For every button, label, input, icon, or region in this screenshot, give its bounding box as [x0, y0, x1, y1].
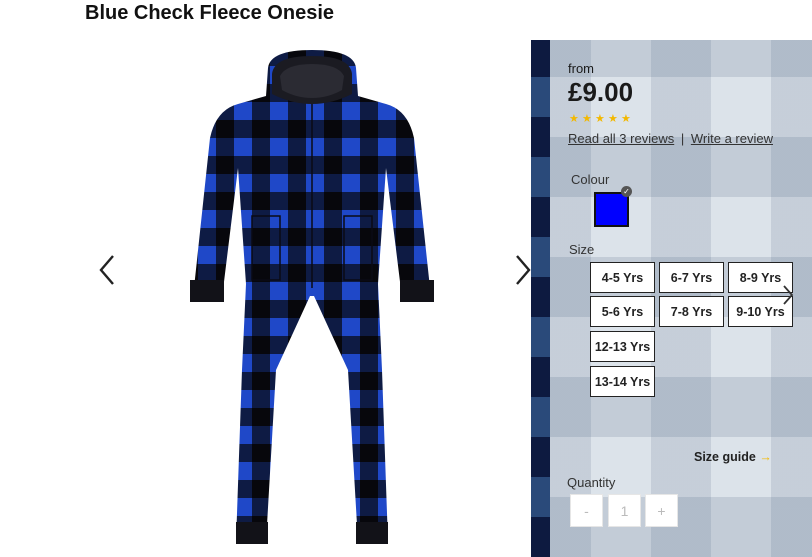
size-option-13-14[interactable]: 13-14 Yrs: [590, 366, 655, 397]
price-from-label: from: [568, 61, 594, 76]
colour-label: Colour: [571, 172, 610, 187]
size-option-4-5[interactable]: 4-5 Yrs: [590, 262, 655, 293]
read-reviews-link[interactable]: Read all 3 reviews: [568, 131, 674, 146]
arrow-right-icon: →: [759, 450, 772, 464]
size-option-7-8[interactable]: 7-8 Yrs: [659, 296, 724, 327]
size-guide-link[interactable]: Size guide →: [694, 450, 772, 464]
gallery-prev-button[interactable]: [92, 246, 122, 294]
product-gallery: [80, 40, 540, 557]
panel-decorative-edge: [531, 40, 550, 557]
product-image[interactable]: [180, 48, 445, 548]
star-icon: ★: [569, 113, 579, 125]
quantity-increment-button[interactable]: +: [645, 494, 678, 527]
chevron-right-icon: [516, 255, 531, 285]
price: £9.00: [568, 77, 634, 107]
size-next-button[interactable]: [776, 280, 800, 310]
product-details-panel: from £9.00 ★ ★ ★ ★ ★ Read all 3 reviews …: [531, 40, 812, 557]
star-icon: ★: [621, 113, 631, 125]
star-rating: ★ ★ ★ ★ ★: [569, 114, 632, 125]
size-option-12-13[interactable]: 12-13 Yrs: [590, 331, 655, 362]
reviews-separator: |: [680, 131, 685, 146]
checkmark-icon: ✓: [621, 186, 632, 197]
star-icon: ★: [608, 113, 618, 125]
write-review-link[interactable]: Write a review: [691, 131, 773, 146]
quantity-input[interactable]: 1: [608, 494, 641, 527]
size-guide-label: Size guide: [694, 450, 756, 464]
reviews-links: Read all 3 reviews | Write a review: [568, 131, 773, 146]
colour-swatch-blue[interactable]: [594, 192, 629, 227]
quantity-decrement-button[interactable]: -: [570, 494, 603, 527]
star-icon: ★: [582, 113, 592, 125]
size-label: Size: [569, 242, 595, 257]
star-icon: ★: [595, 113, 605, 125]
size-option-6-7[interactable]: 6-7 Yrs: [659, 262, 724, 293]
quantity-label: Quantity: [567, 475, 616, 490]
chevron-right-icon: [783, 285, 794, 305]
chevron-left-icon: [99, 255, 114, 285]
product-title: Blue Check Fleece Onesie: [85, 2, 335, 24]
size-option-5-6[interactable]: 5-6 Yrs: [590, 296, 655, 327]
